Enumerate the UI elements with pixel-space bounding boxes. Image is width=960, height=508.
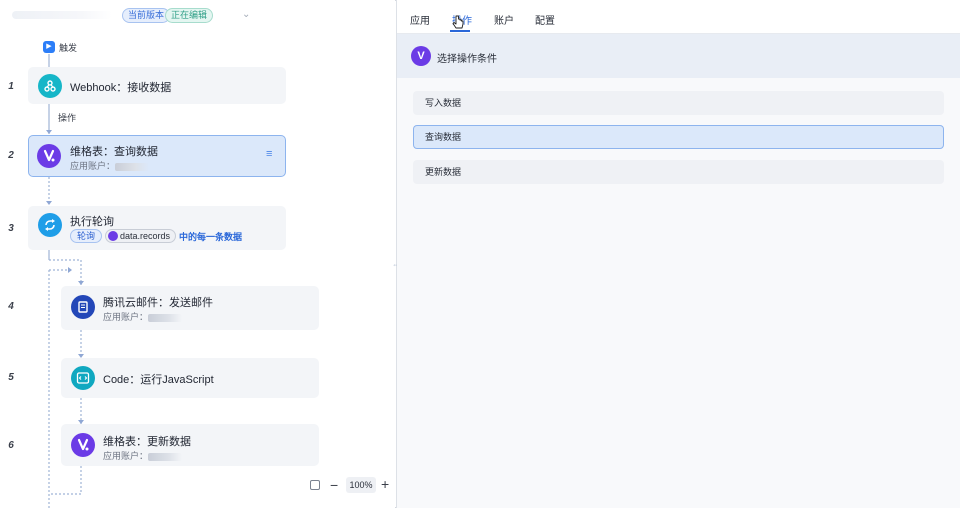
connector-arrow <box>68 267 72 273</box>
step-number: 6 <box>8 440 14 451</box>
account-redacted <box>115 162 150 171</box>
step-title: Webhook：接收数据 <box>70 82 172 94</box>
step-account: 应用账户： <box>103 310 183 323</box>
step-title: Code：运行JavaScript <box>103 374 214 386</box>
account-redacted <box>148 452 183 461</box>
code-icon <box>71 366 95 390</box>
operation-connector-label: 操作 <box>58 113 77 123</box>
step-number: 3 <box>8 223 14 234</box>
account-label: 应用账户： <box>70 161 116 171</box>
tab-config[interactable]: 配置 <box>535 12 555 27</box>
step-account: 应用账户： <box>103 449 183 462</box>
step-card-code[interactable]: Code：运行JavaScript <box>61 358 319 398</box>
tab-app[interactable]: 应用 <box>410 12 430 27</box>
section-title: 选择操作条件 <box>437 54 497 65</box>
mail-icon <box>71 295 95 319</box>
active-tab-indicator <box>450 30 470 32</box>
step-card-webhook[interactable]: Webhook：接收数据 <box>28 67 286 104</box>
step-account: 应用账户： <box>70 159 150 172</box>
data-records-label: data.records <box>120 231 171 241</box>
step-card-vika-query[interactable]: 维格表：查询数据 应用账户： ≡ <box>28 135 286 177</box>
step-number: 1 <box>8 81 14 92</box>
data-records-chip: data.records <box>105 229 177 243</box>
account-label: 应用账户： <box>103 451 149 461</box>
vika-icon: V <box>411 46 431 66</box>
workflow-canvas[interactable]: 当前版本 正在编辑 ⌄ ▶ 触发 操作 1 Webhook：接收数据 2 维格表… <box>0 0 395 508</box>
step-number: 2 <box>8 150 14 161</box>
step-title: 维格表：查询数据 <box>70 146 158 158</box>
section-header: V 选择操作条件 <box>397 34 960 78</box>
step-title: 腾讯云邮件：发送邮件 <box>103 297 213 309</box>
trigger-play-icon: ▶ <box>43 41 55 53</box>
step-title: 执行轮询 <box>70 216 114 228</box>
loop-return-line <box>49 466 82 495</box>
fit-screen-icon[interactable] <box>310 480 320 490</box>
vika-icon <box>71 433 95 457</box>
zoom-in-button[interactable]: + <box>381 477 389 491</box>
webhook-icon <box>38 74 62 98</box>
option-update-data[interactable]: 更新数据 <box>413 160 944 184</box>
connector-arrow <box>78 281 84 285</box>
config-tabs: 应用 操作 账户 配置 <box>397 0 960 34</box>
step-card-tencent-mail[interactable]: 腾讯云邮件：发送邮件 应用账户： <box>61 286 319 330</box>
pointer-cursor-icon <box>452 15 465 30</box>
option-write-data[interactable]: 写入数据 <box>413 91 944 115</box>
step-card-vika-update[interactable]: 维格表：更新数据 应用账户： <box>61 424 319 466</box>
loop-entry-line <box>49 259 82 285</box>
trigger-node[interactable]: ▶ 触发 <box>43 40 77 54</box>
zoom-level: 100% <box>346 477 376 493</box>
step-card-loop[interactable]: 执行轮询 轮询 data.records 中的每一条数据 <box>28 206 286 250</box>
connector-arrow <box>46 201 52 205</box>
loop-icon <box>38 213 62 237</box>
account-label: 应用账户： <box>103 312 149 322</box>
account-redacted <box>148 313 183 322</box>
vika-mini-icon <box>108 231 119 241</box>
trigger-label: 触发 <box>59 42 78 53</box>
step-number: 4 <box>8 301 14 312</box>
poll-chip: 轮询 <box>70 229 103 243</box>
menu-lines-icon[interactable]: ≡ <box>266 149 275 160</box>
tab-account[interactable]: 账户 <box>494 12 514 27</box>
connector-arrow <box>46 130 52 134</box>
vika-icon <box>37 144 61 168</box>
loop-suffix-text: 中的每一条数据 <box>179 231 243 242</box>
zoom-out-button[interactable]: − <box>330 478 338 492</box>
option-query-data[interactable]: 查询数据 <box>413 125 944 149</box>
step-config-panel: 应用 操作 账户 配置 V 选择操作条件 写入数据 查询数据 更新数据 <box>397 0 960 508</box>
loop-config-chips: 轮询 data.records 中的每一条数据 <box>70 229 242 243</box>
step-number: 5 <box>8 372 14 383</box>
step-title: 维格表：更新数据 <box>103 436 191 448</box>
